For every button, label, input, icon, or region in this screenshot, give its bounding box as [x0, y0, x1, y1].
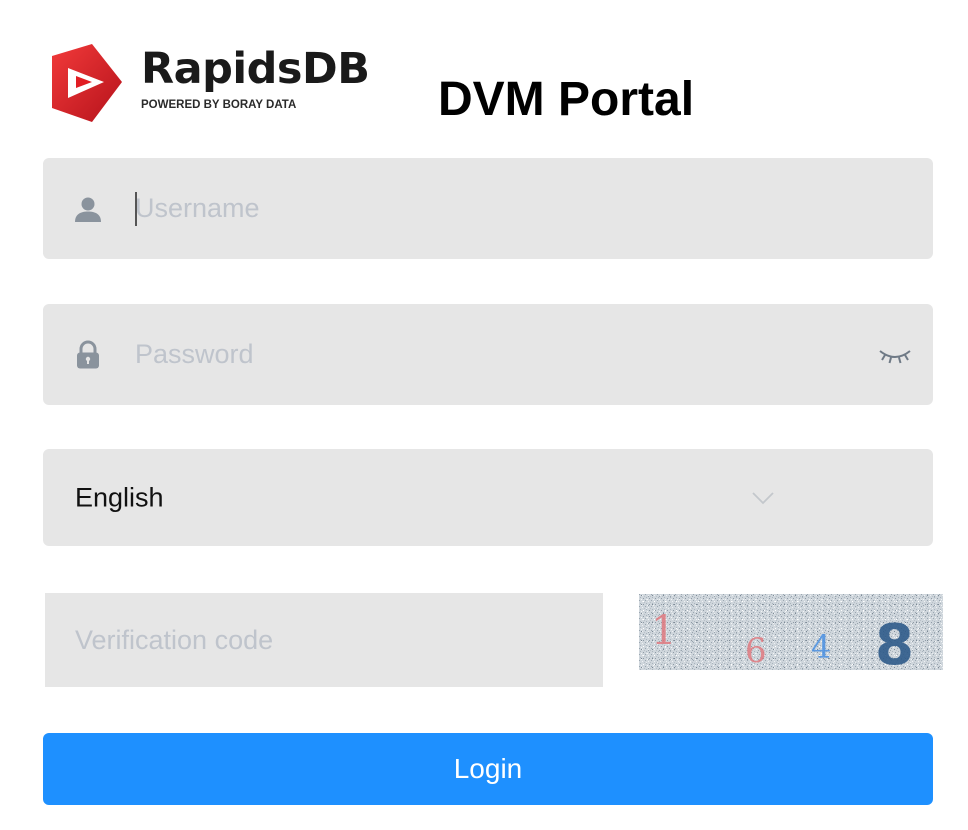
captcha-digit: 8 — [875, 613, 914, 670]
text-cursor — [135, 192, 137, 226]
captcha-image[interactable]: 1 6 4 8 — [639, 594, 943, 670]
captcha-digit: 6 — [745, 631, 767, 670]
language-select[interactable]: English — [43, 449, 933, 546]
verification-code-field[interactable] — [45, 593, 603, 687]
login-page: RapidsDB POWERED BY BORAY DATA DVM Porta… — [0, 0, 968, 830]
chevron-down-icon[interactable] — [751, 491, 775, 505]
rapidsdb-logo: RapidsDB POWERED BY BORAY DATA — [48, 42, 398, 124]
page-title: DVM Portal — [438, 73, 695, 126]
brand-name: RapidsDB — [141, 44, 370, 94]
eye-closed-icon[interactable] — [877, 344, 913, 366]
username-input[interactable] — [135, 158, 855, 259]
captcha-digit: 4 — [811, 628, 831, 666]
password-field[interactable] — [43, 304, 933, 405]
username-field[interactable] — [43, 158, 933, 259]
login-button[interactable]: Login — [43, 733, 933, 805]
lock-icon — [73, 340, 103, 370]
verification-code-input[interactable] — [75, 593, 575, 687]
user-icon — [73, 194, 103, 224]
captcha-digit: 1 — [651, 608, 676, 654]
password-input[interactable] — [135, 304, 855, 405]
brand-tagline: POWERED BY BORAY DATA — [141, 99, 297, 111]
language-selected-value: English — [75, 482, 164, 512]
play-logo-icon — [52, 44, 122, 122]
